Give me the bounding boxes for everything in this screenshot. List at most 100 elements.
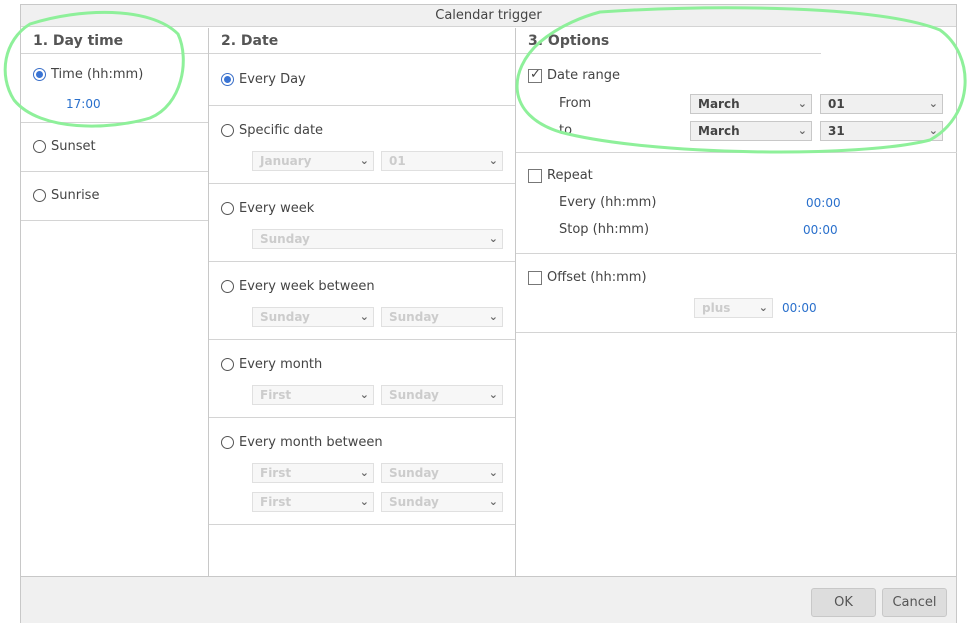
date-range-from-day-select[interactable]: 01 ⌄ (820, 94, 943, 114)
chevron-down-icon: ⌄ (359, 466, 369, 479)
date-range-to-day-select[interactable]: 31 ⌄ (820, 121, 943, 141)
every-day-radio[interactable] (221, 73, 234, 86)
options-column: 3. Options Date range From March ⌄ 01 ⌄ … (516, 28, 957, 576)
repeat-every-label: Every (hh:mm) (559, 195, 657, 210)
chevron-down-icon: ⌄ (488, 310, 498, 323)
every-month-between-radio[interactable] (221, 436, 234, 449)
chevron-down-icon: ⌄ (488, 232, 498, 245)
cancel-button[interactable]: Cancel (882, 588, 947, 617)
time-section: Time (hh:mm) 17:00 (21, 54, 208, 123)
chevron-down-icon: ⌄ (928, 124, 938, 137)
every-month-between-from-weekday-select[interactable]: Sunday ⌄ (381, 463, 503, 483)
chevron-down-icon: ⌄ (488, 466, 498, 479)
every-week-weekday-select[interactable]: Sunday ⌄ (252, 229, 503, 249)
sunset-radio[interactable] (33, 140, 46, 153)
every-month-radio-row[interactable]: Every month (221, 357, 322, 372)
every-month-between-from-ordinal-select[interactable]: First ⌄ (252, 463, 374, 483)
sunset-section: Sunset (21, 123, 208, 172)
every-month-between-radio-row[interactable]: Every month between (221, 435, 383, 450)
sunset-radio-row[interactable]: Sunset (33, 139, 96, 154)
offset-section: Offset (hh:mm) plus ⌄ 00:00 (516, 254, 957, 333)
every-week-between-to-select[interactable]: Sunday ⌄ (381, 307, 503, 327)
every-week-between-radio[interactable] (221, 280, 234, 293)
day-time-column: 1. Day time Time (hh:mm) 17:00 Sunset Su… (21, 28, 209, 576)
every-day-label: Every Day (239, 72, 306, 87)
specific-date-month-select[interactable]: January ⌄ (252, 151, 374, 171)
every-month-ordinal-select[interactable]: First ⌄ (252, 385, 374, 405)
every-week-between-radio-row[interactable]: Every week between (221, 279, 375, 294)
chevron-down-icon: ⌄ (488, 154, 498, 167)
time-label: Time (hh:mm) (51, 67, 144, 82)
every-month-between-label: Every month between (239, 435, 383, 450)
date-column: 2. Date Every Day Specific date January … (209, 28, 516, 576)
every-month-weekday-select[interactable]: Sunday ⌄ (381, 385, 503, 405)
date-range-label: Date range (547, 68, 621, 83)
chevron-down-icon: ⌄ (797, 124, 807, 137)
date-range-to-day-value: 31 (828, 124, 845, 138)
repeat-check-row[interactable]: Repeat (528, 168, 593, 183)
chevron-down-icon: ⌄ (488, 388, 498, 401)
date-range-checkbox[interactable] (528, 67, 542, 83)
date-range-from-month-select[interactable]: March ⌄ (690, 94, 812, 114)
every-week-between-from-select[interactable]: Sunday ⌄ (252, 307, 374, 327)
date-range-from-month-value: March (698, 97, 740, 111)
chevron-down-icon: ⌄ (928, 97, 938, 110)
specific-date-radio[interactable] (221, 124, 234, 137)
every-week-radio-row[interactable]: Every week (221, 201, 314, 216)
dialog-footer: OK Cancel (21, 576, 956, 623)
every-month-ordinal-value: First (260, 388, 292, 402)
every-month-radio[interactable] (221, 358, 234, 371)
every-month-between-to-weekday-select[interactable]: Sunday ⌄ (381, 492, 503, 512)
every-day-radio-row[interactable]: Every Day (221, 72, 306, 87)
sunrise-radio[interactable] (33, 189, 46, 202)
specific-date-section: Specific date January ⌄ 01 ⌄ (209, 106, 515, 184)
offset-label: Offset (hh:mm) (547, 270, 647, 285)
every-week-weekday-value: Sunday (260, 232, 310, 246)
repeat-stop-value[interactable]: 00:00 (803, 223, 838, 237)
specific-date-radio-row[interactable]: Specific date (221, 123, 323, 138)
chevron-down-icon: ⌄ (488, 495, 498, 508)
date-range-to-month-select[interactable]: March ⌄ (690, 121, 812, 141)
every-week-radio[interactable] (221, 202, 234, 215)
every-month-between-to-ordinal-value: First (260, 495, 292, 509)
every-month-between-from-weekday-value: Sunday (389, 466, 439, 480)
repeat-stop-label: Stop (hh:mm) (559, 222, 650, 237)
sunrise-section: Sunrise (21, 172, 208, 221)
every-month-weekday-value: Sunday (389, 388, 439, 402)
repeat-every-value[interactable]: 00:00 (806, 196, 841, 210)
date-range-to-month-value: March (698, 124, 740, 138)
specific-date-day-select[interactable]: 01 ⌄ (381, 151, 503, 171)
offset-sign-value: plus (702, 301, 731, 315)
chevron-down-icon: ⌄ (758, 301, 768, 314)
chevron-down-icon: ⌄ (359, 154, 369, 167)
repeat-checkbox[interactable] (528, 168, 542, 183)
every-week-between-from-value: Sunday (260, 310, 310, 324)
chevron-down-icon: ⌄ (359, 310, 369, 323)
repeat-label: Repeat (547, 168, 593, 183)
every-month-between-section: Every month between First ⌄ Sunday ⌄ Fir… (209, 418, 515, 525)
every-week-between-to-value: Sunday (389, 310, 439, 324)
every-week-between-label: Every week between (239, 279, 375, 294)
specific-date-label: Specific date (239, 123, 324, 138)
sunset-label: Sunset (51, 139, 96, 154)
chevron-down-icon: ⌄ (359, 388, 369, 401)
sunrise-label: Sunrise (51, 188, 100, 203)
date-header: 2. Date (209, 28, 515, 54)
every-month-between-to-ordinal-select[interactable]: First ⌄ (252, 492, 374, 512)
date-range-from-label: From (559, 96, 592, 111)
day-time-header: 1. Day time (21, 28, 208, 54)
offset-check-row[interactable]: Offset (hh:mm) (528, 270, 647, 285)
every-day-section: Every Day (209, 54, 515, 106)
time-radio-row[interactable]: Time (hh:mm) (33, 67, 143, 82)
sunrise-radio-row[interactable]: Sunrise (33, 188, 99, 203)
offset-checkbox[interactable] (528, 270, 542, 285)
chevron-down-icon: ⌄ (797, 97, 807, 110)
every-month-label: Every month (239, 357, 323, 372)
date-range-check-row[interactable]: Date range (528, 67, 621, 83)
ok-button[interactable]: OK (811, 588, 876, 617)
time-value[interactable]: 17:00 (66, 97, 101, 111)
offset-value[interactable]: 00:00 (782, 301, 817, 315)
repeat-section: Repeat Every (hh:mm) 00:00 Stop (hh:mm) … (516, 153, 957, 254)
offset-sign-select[interactable]: plus ⌄ (694, 298, 773, 318)
time-radio[interactable] (33, 68, 46, 81)
